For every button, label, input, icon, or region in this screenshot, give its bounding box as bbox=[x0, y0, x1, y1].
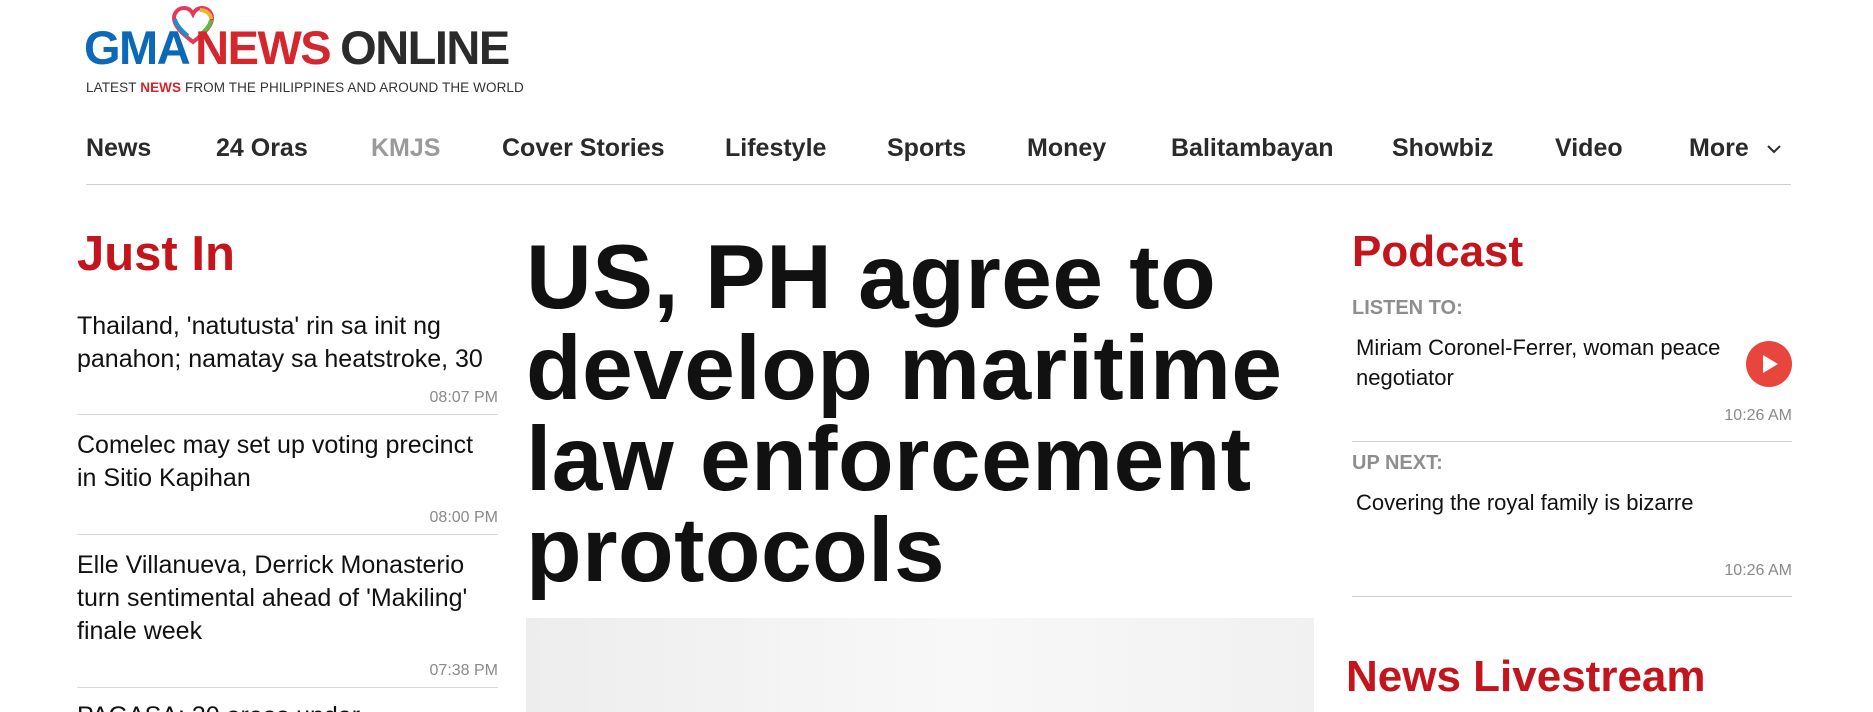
play-button[interactable] bbox=[1746, 341, 1792, 387]
just-in-title: Just In bbox=[77, 227, 235, 281]
list-item-time: 08:00 PM bbox=[429, 509, 498, 526]
nav-item-cover-stories[interactable]: Cover Stories bbox=[502, 134, 665, 163]
list-item-time: 08:07 PM bbox=[429, 389, 498, 406]
nav-item-more[interactable]: More bbox=[1689, 134, 1782, 163]
listen-to-label: LISTEN TO: bbox=[1352, 297, 1463, 319]
nav-item-sports[interactable]: Sports bbox=[887, 134, 966, 163]
podcast-current: LISTEN TO: Miriam Coronel-Ferrer, woman … bbox=[1352, 297, 1792, 442]
list-item-headline[interactable]: Comelec may set up voting precinct in Si… bbox=[77, 429, 498, 495]
play-icon bbox=[1763, 355, 1778, 373]
nav-item-balitambayan[interactable]: Balitambayan bbox=[1171, 134, 1334, 163]
podcast-up-next: UP NEXT: Covering the royal family is bi… bbox=[1352, 452, 1792, 597]
list-item-time: 07:38 PM bbox=[429, 662, 498, 679]
podcast-next-title[interactable]: Covering the royal family is bizarre bbox=[1356, 488, 1726, 518]
podcast-current-time: 10:26 AM bbox=[1724, 407, 1792, 424]
logo-tagline: LATEST NEWS FROM THE PHILIPPINES AND ARO… bbox=[86, 80, 524, 95]
news-livestream-title: News Livestream bbox=[1346, 652, 1706, 701]
tagline-pre: LATEST bbox=[86, 80, 141, 95]
main-story-image[interactable] bbox=[526, 618, 1314, 712]
list-item[interactable]: Comelec may set up voting precinct in Si… bbox=[77, 415, 498, 535]
tagline-highlight: NEWS bbox=[140, 80, 182, 95]
nav-item-lifestyle[interactable]: Lifestyle bbox=[725, 134, 826, 163]
up-next-label: UP NEXT: bbox=[1352, 452, 1443, 474]
podcast-current-title[interactable]: Miriam Coronel-Ferrer, woman peace negot… bbox=[1356, 333, 1726, 393]
list-item-headline[interactable]: Thailand, 'natutusta' rin sa init ng pan… bbox=[77, 310, 498, 376]
list-item-headline[interactable]: PAGASA: 30 areas under bbox=[77, 700, 498, 712]
logo-gma-text: GMA bbox=[84, 21, 191, 74]
just-in-list: Thailand, 'natutusta' rin sa init ng pan… bbox=[77, 310, 498, 712]
nav-item-video[interactable]: Video bbox=[1555, 134, 1623, 163]
page: GMA NEWS ONLINE LATEST NEWS FROM THE PHILI… bbox=[0, 0, 1873, 712]
podcast-title: Podcast bbox=[1352, 227, 1524, 276]
nav-item-money[interactable]: Money bbox=[1027, 134, 1106, 163]
logo-wordmark: GMA NEWS ONLINE bbox=[84, 21, 510, 74]
list-item[interactable]: PAGASA: 30 areas under bbox=[77, 688, 498, 712]
logo-news-text: NEWS bbox=[195, 21, 332, 74]
main-headline[interactable]: US, PH agree to develop maritime law enf… bbox=[526, 232, 1286, 596]
nav-item-kmjs[interactable]: KMJS bbox=[371, 134, 440, 163]
nav-item-showbiz[interactable]: Showbiz bbox=[1392, 134, 1493, 163]
site-logo[interactable]: GMA NEWS ONLINE LATEST NEWS FROM THE PHILI… bbox=[84, 6, 544, 98]
list-item-headline[interactable]: Elle Villanueva, Derrick Monasterio turn… bbox=[77, 549, 498, 648]
chevron-down-icon bbox=[1766, 145, 1781, 154]
podcast-section: Podcast LISTEN TO: Miriam Coronel-Ferrer… bbox=[1352, 227, 1792, 597]
tagline-post: FROM THE PHILIPPINES AND AROUND THE WORL… bbox=[181, 80, 524, 95]
nav-item-24-oras[interactable]: 24 Oras bbox=[216, 134, 308, 163]
logo-online-text: ONLINE bbox=[340, 21, 510, 74]
podcast-next-time: 10:26 AM bbox=[1724, 562, 1792, 579]
list-item[interactable]: Elle Villanueva, Derrick Monasterio turn… bbox=[77, 535, 498, 688]
just-in-section: Just In Thailand, 'natutusta' rin sa ini… bbox=[77, 227, 498, 712]
list-item[interactable]: Thailand, 'natutusta' rin sa init ng pan… bbox=[77, 310, 498, 415]
nav-item-news[interactable]: News bbox=[86, 134, 151, 163]
nav-more-label: More bbox=[1689, 134, 1749, 162]
main-nav: News 24 Oras KMJS Cover Stories Lifestyl… bbox=[86, 128, 1791, 185]
